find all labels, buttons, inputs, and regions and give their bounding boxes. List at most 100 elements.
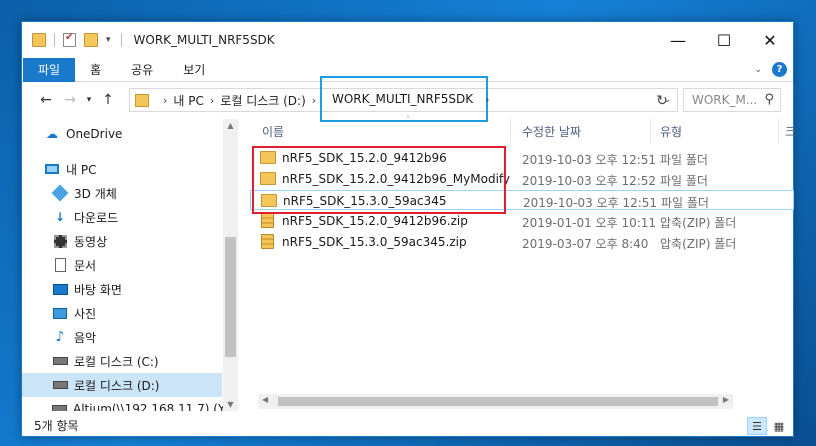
nav-item-label: 다운로드 <box>74 210 119 225</box>
status-bar: 5개 항목 ☰ ▦ <box>22 413 793 437</box>
download-icon: ↓ <box>54 210 66 224</box>
desktop-icon <box>52 281 68 297</box>
new-folder-icon[interactable] <box>84 33 98 47</box>
nav-pane-scrollbar[interactable]: ▲ ▼ <box>223 119 238 411</box>
maximize-button[interactable]: ☐ <box>701 22 747 58</box>
nav-item-label: 음악 <box>74 330 97 345</box>
folder-icon <box>32 33 46 47</box>
file-date: 2019-03-07 오후 8:40 <box>522 237 649 251</box>
nav-item-videos[interactable]: 동영상 <box>22 229 222 253</box>
nav-item-onedrive[interactable]: ☁ OneDrive <box>22 122 222 146</box>
breadcrumb-this-pc[interactable]: 내 PC <box>173 92 203 109</box>
file-type: 파일 폴더 <box>660 153 708 167</box>
tab-share[interactable]: 공유 <box>116 58 168 82</box>
search-input[interactable]: WORK_M... ⚲ <box>683 88 781 112</box>
scroll-up-icon[interactable]: ▲ <box>223 121 238 130</box>
navigation-bar: ← → ▾ ↑ › 내 PC › 로컬 디스크 (D:) › WORK_MULT… <box>22 76 793 122</box>
folder-icon <box>135 93 149 107</box>
nav-item-pictures[interactable]: 사진 <box>22 301 222 325</box>
nav-item-label: 내 PC <box>66 162 97 177</box>
nav-item-this-pc[interactable]: 내 PC <box>22 157 222 181</box>
column-header-date[interactable]: 수정한 날짜 <box>522 119 581 143</box>
column-divider[interactable] <box>650 119 651 143</box>
scroll-left-icon[interactable]: ◀ <box>262 395 268 404</box>
help-icon[interactable]: ? <box>772 62 787 77</box>
cube-icon <box>51 184 69 202</box>
close-button[interactable]: ✕ <box>747 22 793 58</box>
nav-item-local-disk-d[interactable]: 로컬 디스크 (D:) <box>22 373 222 397</box>
nav-item-network-drive[interactable]: Altium(\\192.168.11.7) (Y <box>22 397 226 411</box>
column-divider[interactable] <box>510 119 511 143</box>
table-row[interactable]: nRF5_SDK_15.2.0_9412b96.zip 2019-01-01 오… <box>250 211 795 231</box>
chevron-right-icon[interactable]: › <box>210 94 214 107</box>
nav-item-label: 로컬 디스크 (C:) <box>74 354 159 369</box>
file-name: nRF5_SDK_15.2.0_9412b96.zip <box>282 214 468 228</box>
document-icon <box>52 257 68 273</box>
nav-item-documents[interactable]: 문서 <box>22 253 222 277</box>
zip-folder-icon <box>261 213 274 228</box>
recent-locations-chevron-icon[interactable]: ▾ <box>82 95 96 105</box>
up-arrow-icon[interactable]: ↑ <box>96 92 120 108</box>
quick-access-toolbar: ▾ <box>32 32 130 47</box>
file-name: nRF5_SDK_15.3.0_59ac345.zip <box>282 235 467 249</box>
chevron-right-icon[interactable]: › <box>312 94 316 107</box>
column-header-type[interactable]: 유형 <box>660 119 682 143</box>
column-header-name[interactable]: 이름 <box>262 119 284 143</box>
file-list-horizontal-scrollbar[interactable]: ◀ ▶ <box>258 394 733 409</box>
picture-icon <box>52 305 68 321</box>
window-controls: — ☐ ✕ <box>655 22 793 58</box>
file-date: 2019-10-03 오후 12:52 <box>522 174 657 188</box>
minimize-button[interactable]: — <box>655 22 701 58</box>
title-bar: ▾ WORK_MULTI_NRF5SDK — ☐ ✕ <box>22 22 793 58</box>
file-type: 압축(ZIP) 폴더 <box>660 237 737 251</box>
breadcrumb-local-disk-d[interactable]: 로컬 디스크 (D:) <box>220 92 305 109</box>
tab-file[interactable]: 파일 <box>23 57 76 82</box>
nav-item-local-disk-c[interactable]: 로컬 디스크 (C:) <box>22 349 222 373</box>
file-date: 2019-10-03 오후 12:51 <box>523 196 658 210</box>
nav-item-desktop[interactable]: 바탕 화면 <box>22 277 222 301</box>
nav-item-downloads[interactable]: ↓ 다운로드 <box>22 205 222 229</box>
navigation-pane: ☁ OneDrive 내 PC 3D 개체 ↓ 다운로드 동영상 문서 바탕 화… <box>22 119 238 411</box>
chevron-right-icon[interactable]: › <box>163 94 167 107</box>
nav-item-label: 사진 <box>74 306 97 321</box>
chevron-right-icon[interactable]: › <box>485 93 489 106</box>
address-bar[interactable]: › 내 PC › 로컬 디스크 (D:) › WORK_MULTI_NRF5SD… <box>129 76 678 122</box>
breadcrumb-current-folder[interactable]: WORK_MULTI_NRF5SDK › <box>320 76 490 122</box>
nav-item-label: 동영상 <box>74 234 108 249</box>
search-icon: ⚲ <box>764 92 774 107</box>
nav-item-label: 3D 개체 <box>74 186 117 201</box>
tab-view[interactable]: 보기 <box>168 58 220 82</box>
expand-ribbon-chevron-icon[interactable]: ⌄ <box>754 65 762 75</box>
onedrive-icon: ☁ <box>46 127 58 141</box>
explorer-window: ▾ WORK_MULTI_NRF5SDK — ☐ ✕ 파일 홈 공유 보기 ⌄ … <box>21 21 796 437</box>
scroll-down-icon[interactable]: ▼ <box>223 400 238 409</box>
scrollbar-thumb[interactable] <box>278 397 718 406</box>
customize-toolbar-chevron-icon[interactable]: ▾ <box>106 35 111 45</box>
tab-home[interactable]: 홈 <box>75 58 116 82</box>
nav-item-music[interactable]: ♪ 음악 <box>22 325 222 349</box>
table-row[interactable]: nRF5_SDK_15.3.0_59ac345.zip 2019-03-07 오… <box>250 232 795 252</box>
scroll-right-icon[interactable]: ▶ <box>723 395 729 404</box>
column-divider[interactable] <box>778 119 779 143</box>
nav-item-label: OneDrive <box>66 127 123 141</box>
drive-icon <box>52 377 68 393</box>
back-arrow-icon[interactable]: ← <box>34 92 58 108</box>
drive-icon <box>52 353 68 369</box>
nav-item-3d-objects[interactable]: 3D 개체 <box>22 181 222 205</box>
file-type: 파일 폴더 <box>660 174 708 188</box>
large-icons-view-icon[interactable]: ▦ <box>769 417 789 435</box>
details-view-icon[interactable]: ☰ <box>747 417 767 435</box>
video-icon <box>52 233 68 249</box>
pc-icon <box>44 161 60 177</box>
file-type: 압축(ZIP) 폴더 <box>660 216 737 230</box>
nav-item-label: Altium(\\192.168.11.7) (Y <box>73 402 226 411</box>
refresh-icon[interactable]: ↻ <box>652 91 672 111</box>
sort-indicator-icon: ˄ <box>406 115 410 124</box>
scrollbar-thumb[interactable] <box>225 237 236 357</box>
column-header-size[interactable]: 크 <box>785 119 796 143</box>
music-icon: ♪ <box>55 329 65 345</box>
file-date: 2019-10-03 오후 12:51 <box>522 153 657 167</box>
properties-icon[interactable] <box>63 32 76 47</box>
view-switcher: ☰ ▦ <box>745 417 789 435</box>
forward-arrow-icon[interactable]: → <box>58 92 82 108</box>
